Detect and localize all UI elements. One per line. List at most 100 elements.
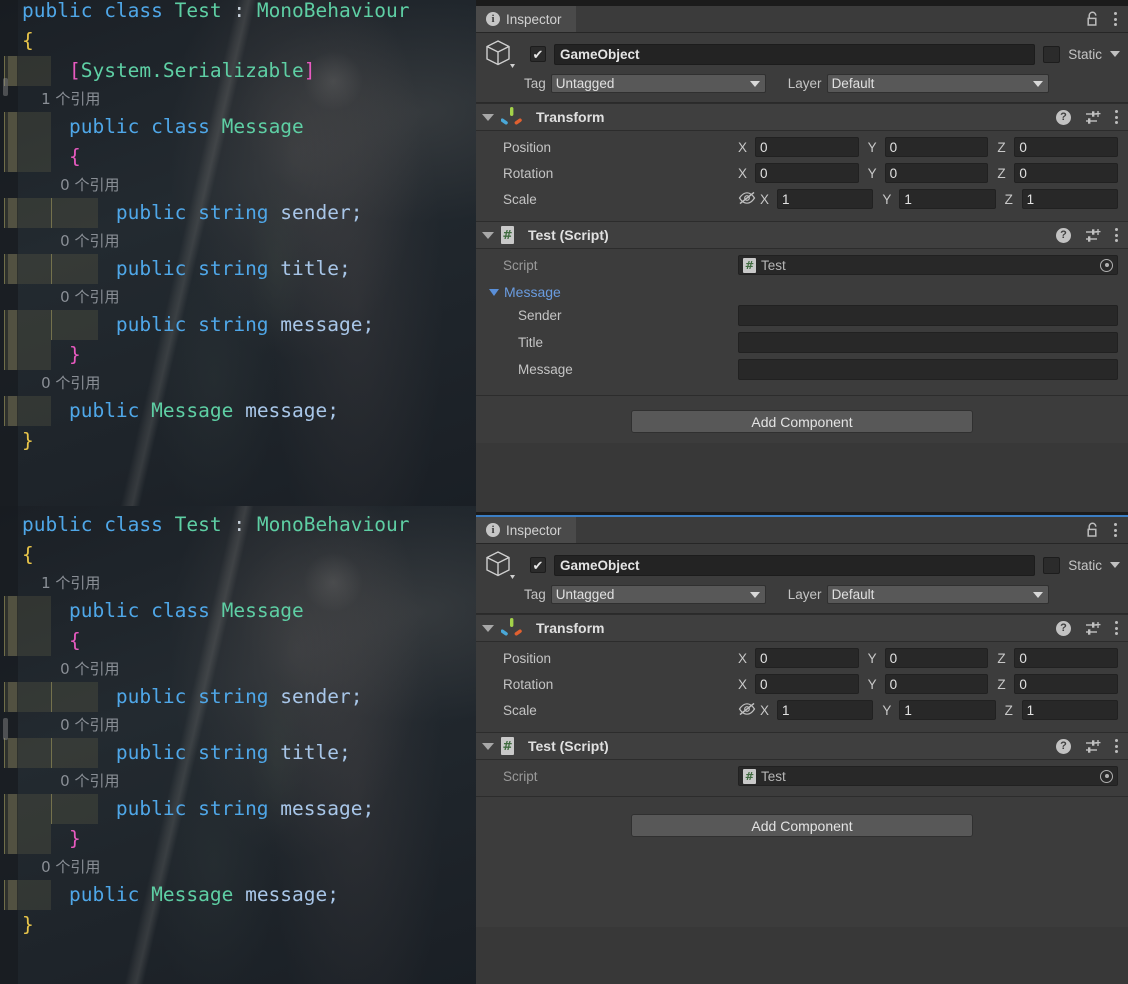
more-menu-icon[interactable] <box>1114 523 1117 537</box>
code-token: message; <box>280 797 375 820</box>
more-menu-icon[interactable] <box>1115 228 1118 242</box>
transform-scale-x-input[interactable]: 1 <box>777 189 874 209</box>
transform-rotation-x-input[interactable]: 0 <box>755 674 859 694</box>
message-message-input[interactable] <box>738 359 1118 380</box>
transform-rotation-z-input[interactable]: 0 <box>1014 674 1119 694</box>
code-reference-annotation[interactable]: 1 个引用 <box>22 86 100 112</box>
help-icon[interactable]: ? <box>1056 109 1071 125</box>
gameobject-enabled-checkbox[interactable]: ✔ <box>530 557 546 573</box>
code-reference-annotation[interactable]: 0 个引用 <box>22 768 119 794</box>
more-menu-icon[interactable] <box>1115 739 1118 753</box>
transform-position-y-input[interactable]: 0 <box>884 137 989 157</box>
transform-position-z-input[interactable]: 0 <box>1014 648 1119 668</box>
help-icon[interactable]: ? <box>1056 620 1071 636</box>
message-title-input[interactable] <box>738 332 1118 353</box>
script-header-actions: ? <box>1056 227 1118 243</box>
chevron-down-icon <box>1032 80 1043 87</box>
transform-position-x-input[interactable]: 0 <box>755 137 859 157</box>
preset-icon[interactable] <box>1085 621 1101 635</box>
code-scrollbar-thumb-bottom[interactable] <box>3 718 8 740</box>
transform-foldout-icon[interactable] <box>482 113 494 121</box>
csharp-script-icon: # <box>743 768 756 784</box>
transform-position-z-input[interactable]: 0 <box>1014 137 1119 157</box>
code-line: } <box>4 824 81 854</box>
transform-component-header-top[interactable]: Transform ? <box>476 103 1128 131</box>
constrain-proportions-off-icon[interactable] <box>738 702 756 719</box>
preset-icon[interactable] <box>1085 228 1101 242</box>
transform-foldout-icon[interactable] <box>482 624 494 632</box>
transform-rotation-x-input[interactable]: 0 <box>755 163 859 183</box>
help-icon[interactable]: ? <box>1056 738 1071 754</box>
script-foldout-icon[interactable] <box>482 231 494 239</box>
code-reference-annotation[interactable]: 0 个引用 <box>22 228 119 254</box>
transform-scale-y-input[interactable]: 1 <box>899 700 996 720</box>
static-dropdown-caret-icon[interactable] <box>1110 562 1120 568</box>
constrain-proportions-off-icon[interactable] <box>738 191 756 208</box>
code-reference-annotation[interactable]: 0 个引用 <box>22 854 100 880</box>
gameobject-name-input[interactable]: GameObject <box>554 43 1036 65</box>
more-menu-icon[interactable] <box>1115 110 1118 124</box>
gameobject-name-input[interactable]: GameObject <box>554 554 1036 576</box>
script-object-field[interactable]: # Test <box>738 255 1118 275</box>
axis-label-x: X <box>738 139 748 155</box>
tag-label: Tag <box>524 587 546 602</box>
transform-row-label: Rotation <box>503 676 554 692</box>
code-reference-annotation[interactable]: 0 个引用 <box>22 172 119 198</box>
code-reference-annotation[interactable]: 1 个引用 <box>22 570 100 596</box>
lock-open-icon[interactable] <box>1086 11 1100 27</box>
static-checkbox[interactable] <box>1043 45 1061 63</box>
lock-open-icon[interactable] <box>1086 522 1100 538</box>
transform-position-y-input[interactable]: 0 <box>884 648 989 668</box>
script-component-header-top[interactable]: # Test (Script) ? <box>476 221 1128 249</box>
transform-position-x-input[interactable]: 0 <box>755 648 859 668</box>
static-dropdown-caret-icon[interactable] <box>1110 51 1120 57</box>
transform-scale-z-input[interactable]: 1 <box>1021 189 1118 209</box>
add-component-button-top[interactable]: Add Component <box>631 410 973 433</box>
axis-label-x: X <box>738 676 748 692</box>
script-foldout-icon[interactable] <box>482 742 494 750</box>
tag-dropdown[interactable]: Untagged <box>550 74 766 93</box>
unity-editor-screen: public class Test : MonoBehaviour { [Syst… <box>0 0 1128 984</box>
code-editor-bottom[interactable]: public class Test : MonoBehaviour { 1 个引用… <box>0 506 476 984</box>
help-icon[interactable]: ? <box>1056 227 1071 243</box>
gameobject-cube-icon[interactable] <box>484 548 522 582</box>
more-menu-icon[interactable] <box>1115 621 1118 635</box>
code-reference-annotation[interactable]: 0 个引用 <box>22 370 100 396</box>
transform-rotation-y-input[interactable]: 0 <box>884 674 989 694</box>
object-picker-icon[interactable] <box>1100 258 1113 272</box>
code-line: public class Message <box>4 112 304 142</box>
tag-dropdown[interactable]: Untagged <box>550 585 766 604</box>
more-menu-icon[interactable] <box>1114 12 1117 26</box>
object-picker-icon[interactable] <box>1100 769 1113 783</box>
code-reference-annotation[interactable]: 0 个引用 <box>22 656 119 682</box>
layer-dropdown[interactable]: Default <box>826 74 1049 93</box>
code-token: string <box>198 741 281 764</box>
transform-scale-x-input[interactable]: 1 <box>777 700 874 720</box>
add-component-button-bottom[interactable]: Add Component <box>631 814 973 837</box>
transform-scale-z-input[interactable]: 1 <box>1021 700 1118 720</box>
script-object-field[interactable]: # Test <box>738 766 1118 786</box>
code-reference-annotation[interactable]: 0 个引用 <box>22 284 119 310</box>
transform-rotation-z-input[interactable]: 0 <box>1014 163 1119 183</box>
code-editor-top[interactable]: public class Test : MonoBehaviour { [Syst… <box>0 0 476 506</box>
message-sender-input[interactable] <box>738 305 1118 326</box>
layer-dropdown[interactable]: Default <box>826 585 1049 604</box>
gameobject-tag-layer-row: Tag Untagged Layer Default <box>484 585 1120 604</box>
code-line: { <box>22 26 34 56</box>
message-foldout-row[interactable]: Message <box>486 280 1118 304</box>
preset-icon[interactable] <box>1085 739 1101 753</box>
tab-inspector-top[interactable]: i Inspector <box>476 6 576 32</box>
message-foldout-icon[interactable] <box>489 288 499 296</box>
code-scrollbar-thumb-top[interactable] <box>3 78 8 96</box>
transform-scale-y-input[interactable]: 1 <box>899 189 996 209</box>
transform-rotation-y-input[interactable]: 0 <box>884 163 989 183</box>
script-component-header-bottom[interactable]: # Test (Script) ? <box>476 732 1128 760</box>
static-checkbox[interactable] <box>1043 556 1061 574</box>
gameobject-cube-icon[interactable] <box>484 37 522 71</box>
gameobject-enabled-checkbox[interactable]: ✔ <box>530 46 546 62</box>
preset-icon[interactable] <box>1085 110 1101 124</box>
axis-label-x: X <box>738 165 748 181</box>
code-reference-annotation[interactable]: 0 个引用 <box>22 712 119 738</box>
tab-inspector-bottom[interactable]: i Inspector <box>476 517 576 543</box>
transform-component-header-bottom[interactable]: Transform ? <box>476 614 1128 642</box>
